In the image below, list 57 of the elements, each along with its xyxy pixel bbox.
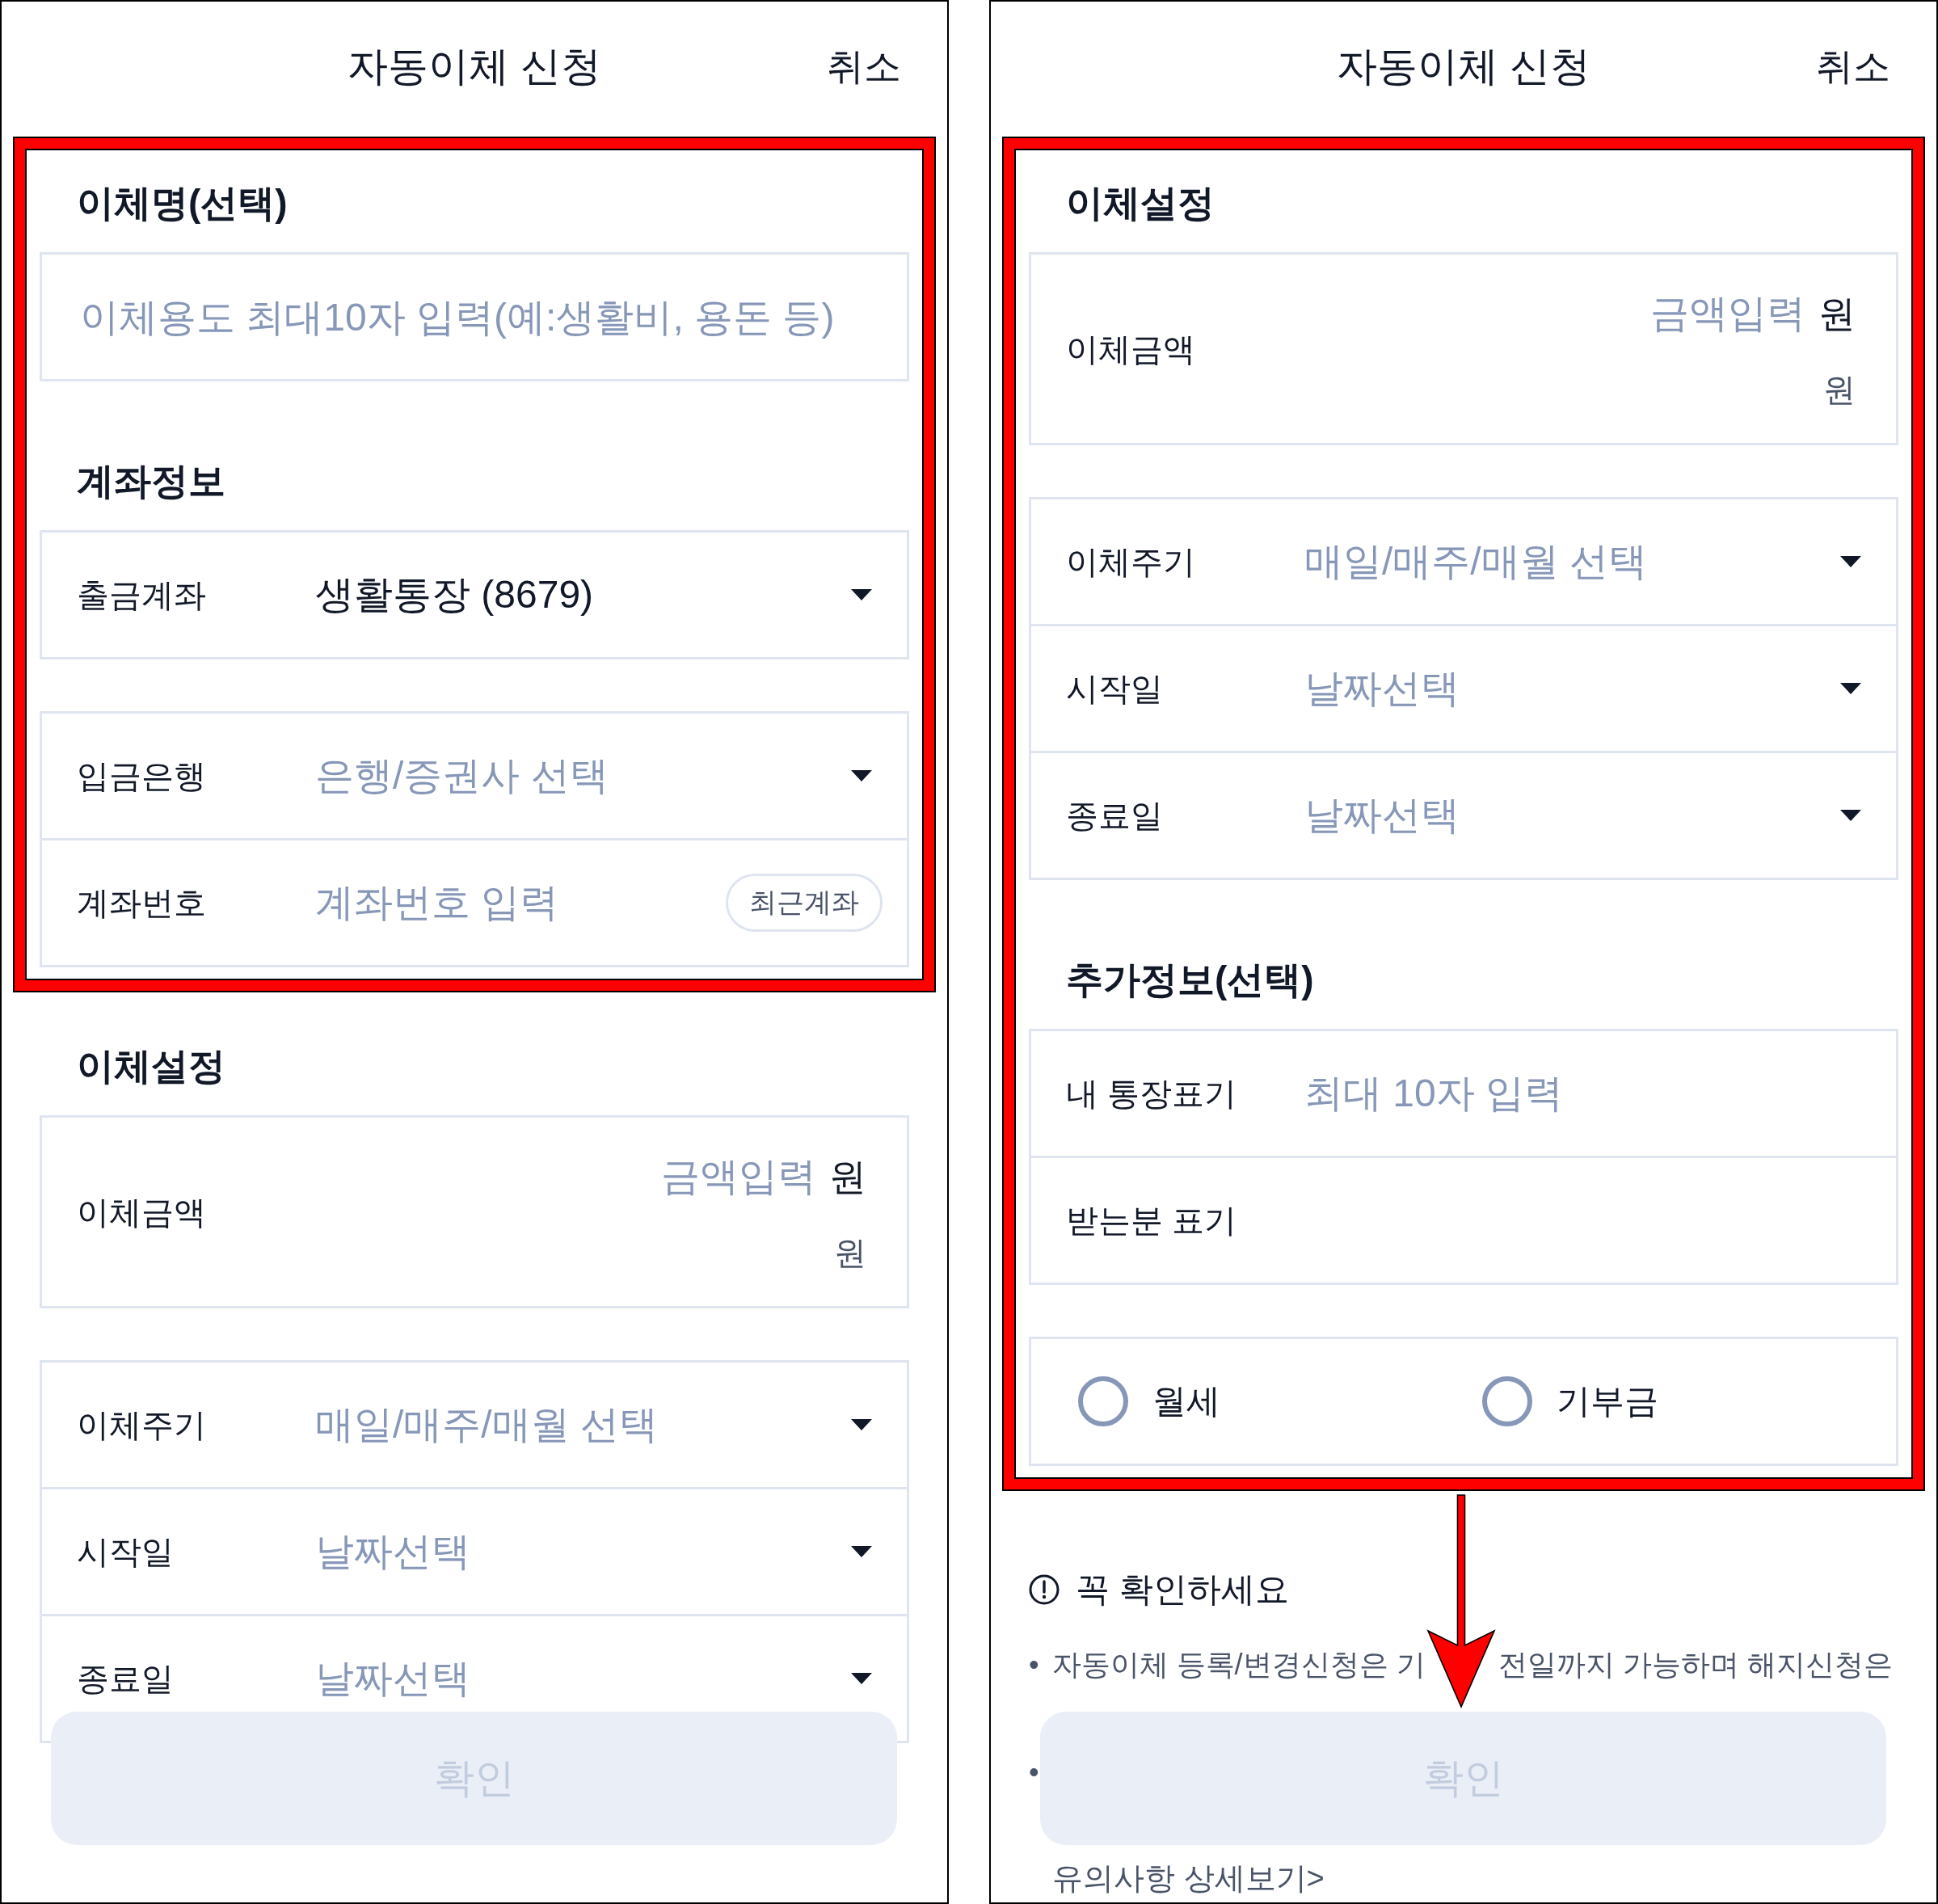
cancel-button[interactable]: 취소: [1816, 42, 1890, 91]
caret-icon: [1840, 810, 1861, 821]
details-link[interactable]: 유의사항 상세보기>: [1052, 1859, 1325, 1898]
amount-reading: 원: [1823, 371, 1856, 409]
list-bullet: •: [1029, 1647, 1039, 1683]
screen-title: 자동이체 신청: [1337, 43, 1590, 91]
dropdown-field[interactable]: 생활통장 (8679): [315, 571, 883, 619]
notice-text: 자동이체 등록/변경신청은 기: [1051, 1647, 1426, 1683]
field-label: 종료일: [77, 1660, 175, 1698]
caret-icon: [1840, 683, 1861, 694]
recent-accounts-button[interactable]: 최근계좌: [726, 874, 883, 932]
field-label: 출금계좌: [77, 576, 207, 614]
section-title: 이체설정: [76, 1044, 226, 1089]
field-label: 이체금액: [77, 1193, 207, 1232]
section-title: 계좌정보: [76, 459, 226, 503]
caret-icon: [851, 1546, 872, 1557]
field-label: 이체금액: [1066, 330, 1196, 369]
exclamation-icon: [1029, 1574, 1060, 1605]
caret-icon: [851, 770, 872, 781]
dropdown-field[interactable]: 은행/증권사 선택: [315, 752, 883, 800]
field-label: 이체주기: [1066, 543, 1196, 581]
dropdown-field[interactable]: 날짜선택: [315, 1527, 883, 1576]
dropdown-field[interactable]: 날짜선택: [315, 1654, 883, 1703]
field-label: 입금은행: [77, 757, 207, 795]
section-title: 이체설정: [1065, 181, 1215, 225]
field-label: 내 통장표기: [1066, 1075, 1238, 1113]
text-input[interactable]: 이체용도 최대10자 입력(예:생활비, 용돈 등): [40, 252, 909, 381]
dropdown-field[interactable]: 날짜선택: [1304, 791, 1872, 840]
caret-icon: [1840, 556, 1861, 567]
field-label: 종료일: [1066, 797, 1164, 835]
amount-reading: 원: [834, 1234, 866, 1272]
field-label: 시작일: [1066, 670, 1164, 708]
text-input[interactable]: 최대 10자 입력: [1304, 1068, 1872, 1119]
section-title: 추가정보(선택): [1065, 958, 1315, 1002]
notice-title: 꼭 확인하세요: [1076, 1569, 1289, 1610]
amount-input[interactable]: 금액입력: [614, 1151, 816, 1203]
section-title: 이체명(선택): [76, 181, 289, 225]
text-input[interactable]: 계좌번호 입력: [315, 877, 726, 929]
field-label: 이체주기: [77, 1406, 207, 1444]
cancel-button[interactable]: 취소: [827, 42, 901, 91]
caret-icon: [851, 589, 872, 600]
field-label: 시작일: [77, 1533, 175, 1571]
notice-text: 전일까지 가능하며 해지신청은: [1498, 1647, 1893, 1683]
field-label: 계좌번호: [77, 884, 207, 922]
caret-icon: [851, 1673, 872, 1684]
field-label: 받는분 표기: [1066, 1202, 1238, 1240]
list-bullet: •: [1029, 1754, 1039, 1790]
amount-input[interactable]: 금액입력: [1603, 288, 1805, 339]
radio-option[interactable]: 월세: [1078, 1376, 1482, 1426]
dropdown-field[interactable]: 매일/매주/매월 선택: [1304, 537, 1872, 586]
screen-title: 자동이체 신청: [348, 43, 601, 91]
radio-option[interactable]: 기부금: [1482, 1376, 1886, 1426]
dropdown-field[interactable]: 날짜선택: [1304, 664, 1872, 713]
caret-icon: [851, 1419, 872, 1430]
currency-unit: 원: [829, 1155, 866, 1199]
dropdown-field[interactable]: 매일/매주/매월 선택: [315, 1401, 883, 1449]
currency-unit: 원: [1818, 292, 1856, 336]
